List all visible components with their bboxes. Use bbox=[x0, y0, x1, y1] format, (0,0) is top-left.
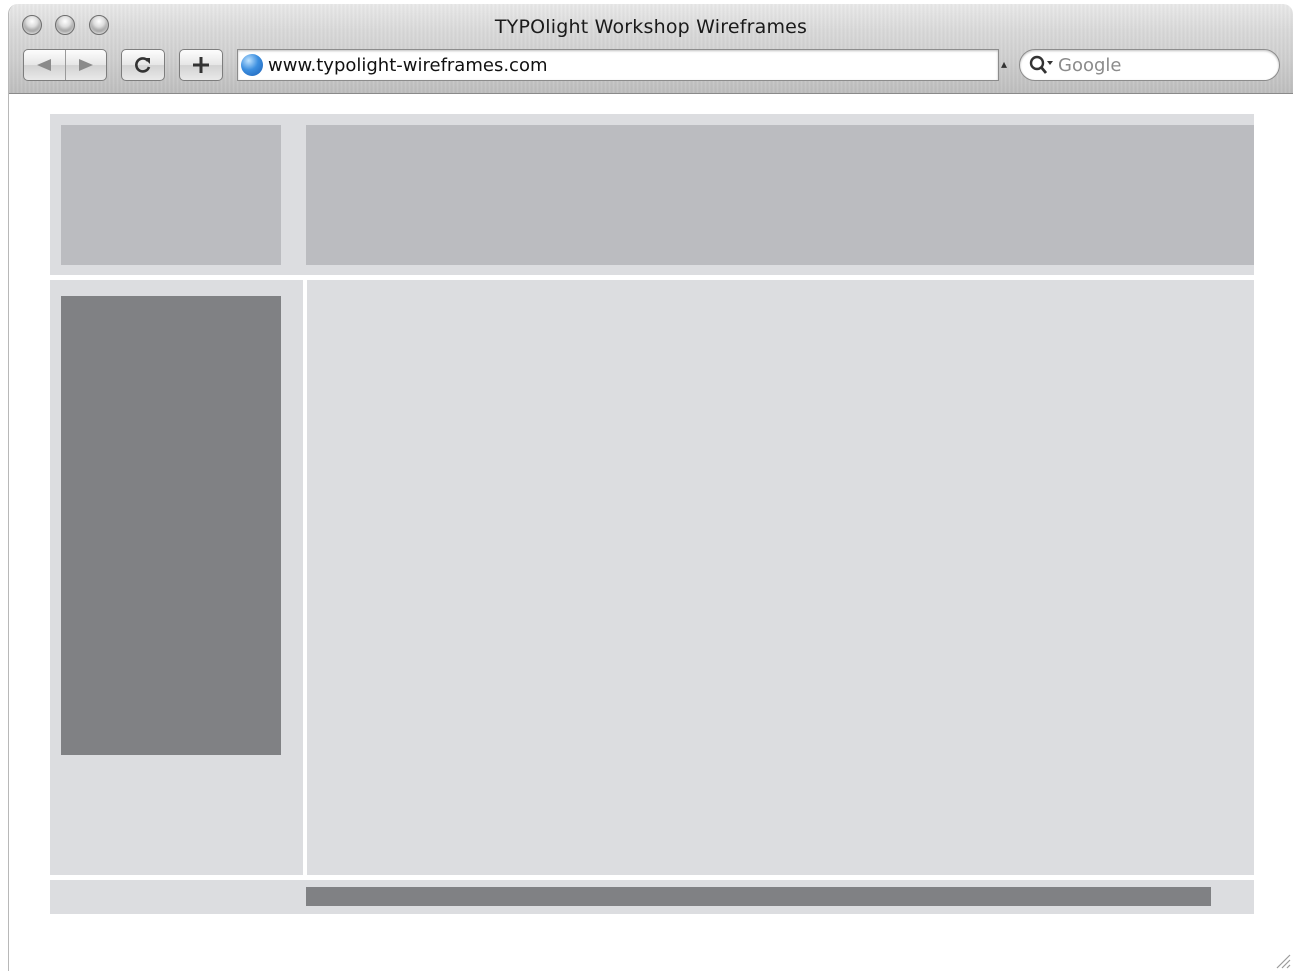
back-button[interactable] bbox=[24, 50, 65, 80]
browser-toolbar: TYPOlight Workshop Wireframes www.typoli… bbox=[9, 4, 1293, 94]
search-input[interactable] bbox=[1058, 54, 1258, 76]
globe-icon bbox=[241, 54, 263, 76]
banner-placeholder bbox=[306, 125, 1254, 265]
address-bar[interactable]: www.typolight-wireframes.com bbox=[237, 49, 999, 81]
url-text: www.typolight-wireframes.com bbox=[268, 54, 548, 76]
forward-arrow-icon bbox=[78, 59, 93, 71]
reload-button[interactable] bbox=[121, 49, 165, 81]
window-title: TYPOlight Workshop Wireframes bbox=[494, 16, 808, 38]
back-arrow-icon bbox=[37, 59, 52, 71]
add-bookmark-button[interactable] bbox=[179, 49, 223, 81]
search-field[interactable] bbox=[1019, 49, 1280, 81]
search-icon[interactable] bbox=[1028, 54, 1054, 76]
reload-icon bbox=[135, 57, 151, 73]
browser-window: TYPOlight Workshop Wireframes www.typoli… bbox=[8, 4, 1293, 971]
footer-placeholder bbox=[306, 887, 1211, 906]
resize-grip-icon[interactable] bbox=[1273, 951, 1291, 969]
plus-icon bbox=[193, 57, 209, 73]
navigation-placeholder bbox=[61, 296, 281, 755]
back-forward-buttons bbox=[23, 49, 107, 81]
main-content-area bbox=[307, 280, 1254, 875]
logo-placeholder bbox=[61, 125, 281, 265]
caret-up-icon[interactable]: ▴ bbox=[1001, 57, 1007, 71]
forward-button[interactable] bbox=[65, 50, 106, 80]
